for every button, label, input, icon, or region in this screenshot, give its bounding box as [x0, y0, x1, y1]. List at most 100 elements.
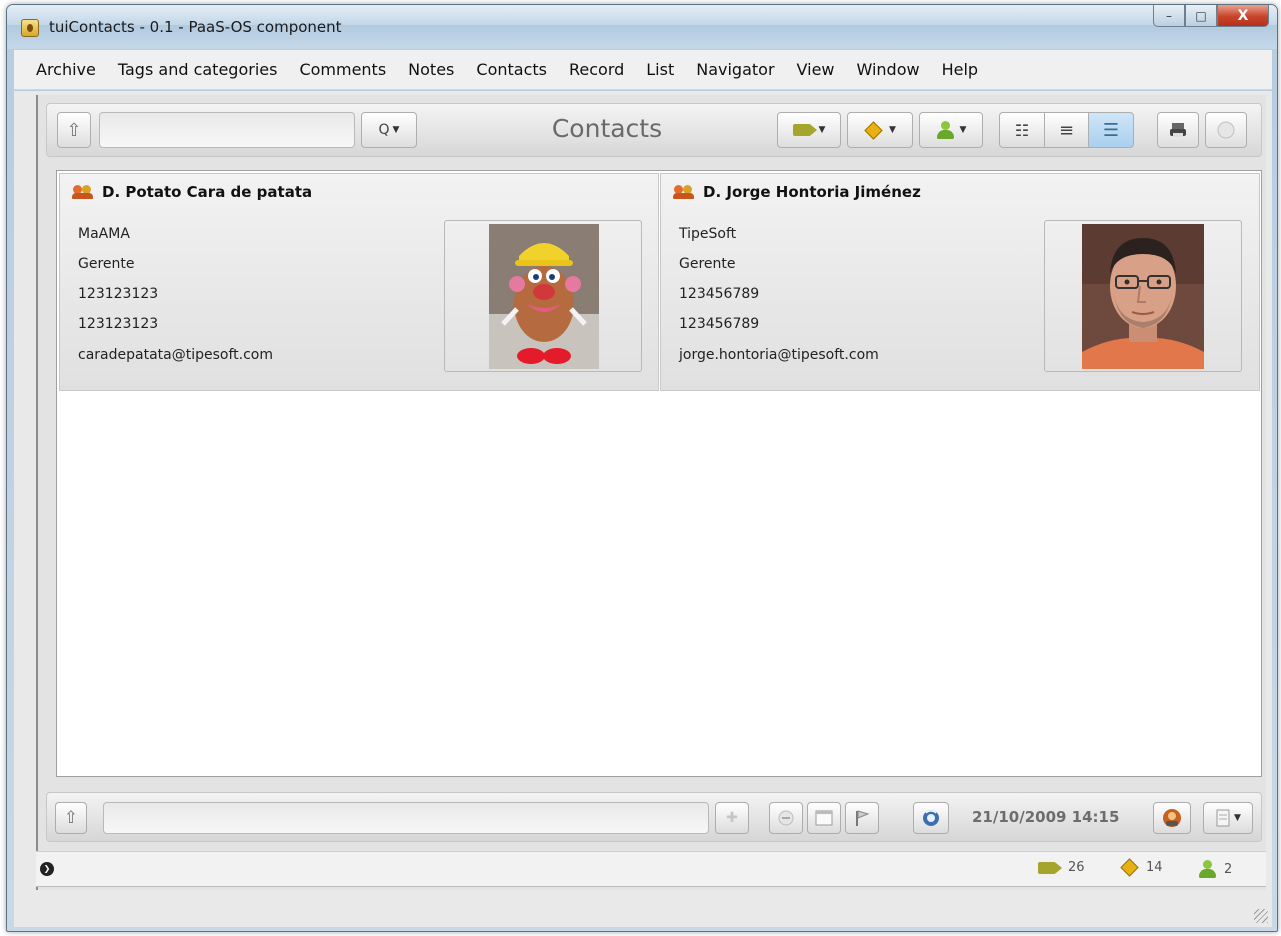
- contact-name-text: D. Potato Cara de patata: [102, 183, 313, 201]
- menu-archive[interactable]: Archive: [36, 60, 96, 79]
- minimize-button[interactable]: –: [1153, 5, 1185, 27]
- menu-contacts[interactable]: Contacts: [476, 60, 547, 79]
- document-menu-button[interactable]: ▼: [1203, 802, 1253, 834]
- window-icon: [815, 810, 833, 826]
- menu-comments[interactable]: Comments: [299, 60, 386, 79]
- tag-icon: [792, 124, 817, 136]
- contact-group-icon: [673, 185, 695, 199]
- dropdown-caret-icon: ▼: [1234, 813, 1241, 823]
- dropdown-caret-icon: ▼: [959, 125, 967, 135]
- close-icon: X: [1237, 7, 1249, 24]
- man-portrait-photo: [1082, 224, 1204, 369]
- search-button[interactable]: Q ▼: [361, 112, 417, 148]
- menu-list[interactable]: List: [646, 60, 674, 79]
- app-icon: [21, 19, 39, 37]
- menu-navigator[interactable]: Navigator: [696, 60, 774, 79]
- maximize-button[interactable]: □: [1185, 5, 1217, 27]
- record-input[interactable]: [103, 802, 709, 834]
- disabled-circle-icon: [1217, 121, 1235, 139]
- document-icon: [1216, 809, 1230, 827]
- dropdown-caret-icon: ▼: [889, 125, 896, 135]
- print-icon: [1170, 123, 1186, 137]
- tags-count-value: 26: [1068, 860, 1085, 875]
- bottom-toolbar: ⇧ ✚ 21/10/2009 14:15 ▼: [46, 792, 1262, 842]
- record-datetime: 21/10/2009 14:15: [972, 808, 1120, 826]
- up-arrow-icon: ⇧: [66, 119, 82, 141]
- dropdown-caret-icon: ▼: [818, 125, 826, 135]
- contacts-count: 2: [1198, 860, 1232, 878]
- owner-icon: [1163, 809, 1181, 827]
- info-icon[interactable]: ❯: [40, 862, 54, 876]
- add-icon: ✚: [726, 810, 738, 826]
- contact-name: D. Potato Cara de patata: [72, 183, 312, 201]
- up-button[interactable]: ⇧: [55, 802, 87, 834]
- options-button[interactable]: [1205, 112, 1247, 148]
- print-button[interactable]: [1157, 112, 1199, 148]
- resize-grip-icon[interactable]: [1254, 909, 1268, 923]
- flag-button[interactable]: [845, 802, 879, 834]
- close-button[interactable]: X: [1217, 5, 1269, 27]
- category-diamond-icon: [864, 120, 883, 140]
- detail-view-button[interactable]: ☰: [1088, 112, 1134, 148]
- categories-count-value: 14: [1146, 860, 1163, 875]
- contact-card[interactable]: D. Potato Cara de patata MaAMA Gerente 1…: [59, 173, 659, 391]
- contact-photo-frame[interactable]: [444, 220, 642, 372]
- window-controls: – □ X: [1153, 5, 1269, 27]
- contact-email[interactable]: caradepatata@tipesoft.com: [78, 347, 273, 363]
- icons-view-button[interactable]: ☷: [999, 112, 1045, 148]
- maximize-icon: □: [1195, 8, 1207, 23]
- add-button[interactable]: ✚: [715, 802, 749, 834]
- categories-count: 14: [1120, 858, 1163, 877]
- remove-icon: [778, 810, 794, 826]
- tag-icon: [1038, 861, 1062, 874]
- contact-name: D. Jorge Hontoria Jiménez: [673, 183, 921, 201]
- sync-icon: [923, 810, 939, 826]
- user-icon: [1198, 860, 1216, 878]
- search-icon: Q: [378, 122, 390, 138]
- contacts-filter-button[interactable]: ▼: [919, 112, 983, 148]
- minimize-icon: –: [1166, 8, 1172, 23]
- window-title: tuiContacts - 0.1 - PaaS-OS component: [49, 18, 342, 36]
- contact-group-icon: [72, 185, 94, 199]
- remove-button[interactable]: [769, 802, 803, 834]
- tags-count: 26: [1038, 860, 1085, 875]
- contact-company: MaAMA: [78, 226, 130, 242]
- menu-help[interactable]: Help: [942, 60, 978, 79]
- contact-card[interactable]: D. Jorge Hontoria Jiménez TipeSoft Geren…: [660, 173, 1260, 391]
- contact-position: Gerente: [679, 256, 736, 272]
- menu-window[interactable]: Window: [857, 60, 920, 79]
- menu-bar: Archive Tags and categories Comments Not…: [14, 50, 1272, 90]
- top-toolbar: ⇧ Q ▼ Contacts ▼ ▼ ▼ ☷ ≡ ☰: [46, 103, 1262, 157]
- contact-mobile: 123456789: [679, 316, 760, 332]
- contact-name-text: D. Jorge Hontoria Jiménez: [703, 183, 921, 201]
- menu-tags-and-categories[interactable]: Tags and categories: [118, 60, 278, 79]
- detail-view-icon: ☰: [1102, 119, 1120, 141]
- category-diamond-icon: [1120, 858, 1139, 877]
- tags-filter-button[interactable]: ▼: [777, 112, 841, 148]
- icons-view-icon: ☷: [1014, 120, 1030, 140]
- contact-email[interactable]: jorge.hontoria@tipesoft.com: [679, 347, 879, 363]
- dropdown-caret-icon: ▼: [392, 125, 400, 135]
- app-window: tuiContacts - 0.1 - PaaS-OS component – …: [6, 4, 1278, 932]
- menu-record[interactable]: Record: [569, 60, 624, 79]
- up-button[interactable]: ⇧: [57, 112, 91, 148]
- window-button[interactable]: [807, 802, 841, 834]
- user-icon: [936, 121, 954, 139]
- title-bar[interactable]: tuiContacts - 0.1 - PaaS-OS component – …: [7, 5, 1277, 49]
- menu-notes[interactable]: Notes: [408, 60, 454, 79]
- flag-icon: [856, 810, 870, 826]
- page-title: Contacts: [551, 114, 663, 143]
- client-area: ⇧ Q ▼ Contacts ▼ ▼ ▼ ☷ ≡ ☰ D. Potato Car…: [14, 91, 1272, 927]
- contacts-count-value: 2: [1224, 861, 1233, 877]
- contacts-list: D. Potato Cara de patata MaAMA Gerente 1…: [56, 170, 1262, 777]
- categories-filter-button[interactable]: ▼: [847, 112, 913, 148]
- owner-button[interactable]: [1153, 802, 1191, 834]
- contact-company: TipeSoft: [679, 226, 737, 242]
- list-view-button[interactable]: ≡: [1044, 112, 1089, 148]
- menu-view[interactable]: View: [797, 60, 835, 79]
- contacts-panel: ⇧ Q ▼ Contacts ▼ ▼ ▼ ☷ ≡ ☰ D. Potato Car…: [36, 95, 1266, 890]
- search-input[interactable]: [99, 112, 355, 148]
- list-view-icon: ≡: [1058, 119, 1075, 141]
- sync-button[interactable]: [913, 802, 949, 834]
- contact-photo-frame[interactable]: [1044, 220, 1242, 372]
